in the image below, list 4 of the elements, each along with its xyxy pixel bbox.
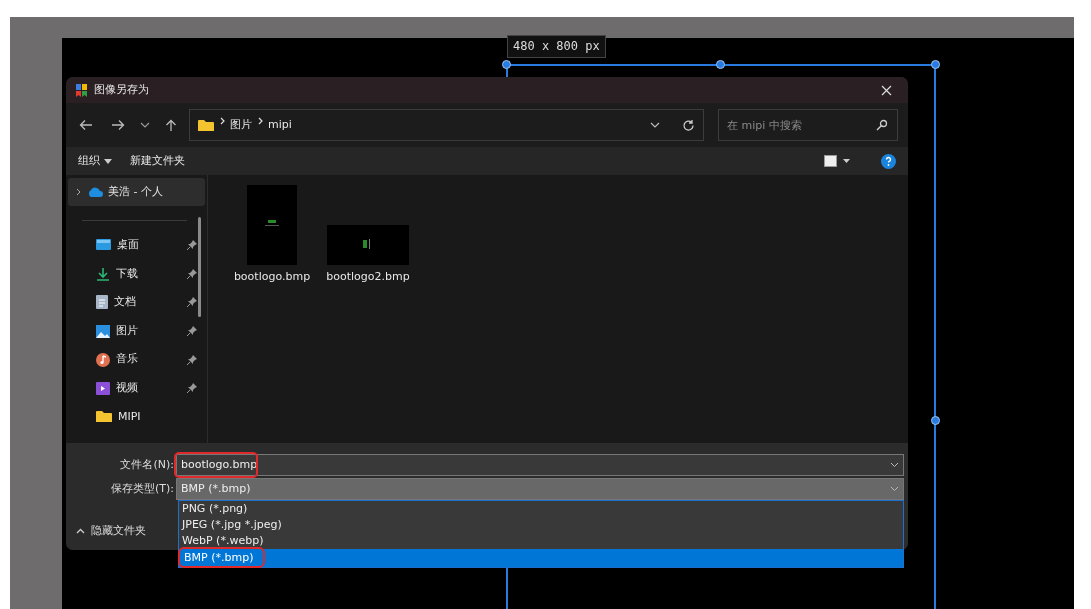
size-label: 480 x 800 px: [507, 35, 606, 58]
field-label: 保存类型(T):: [110, 480, 175, 497]
field-label: 文件名(N):: [119, 456, 175, 473]
window-title: 图像另存为: [94, 81, 150, 98]
